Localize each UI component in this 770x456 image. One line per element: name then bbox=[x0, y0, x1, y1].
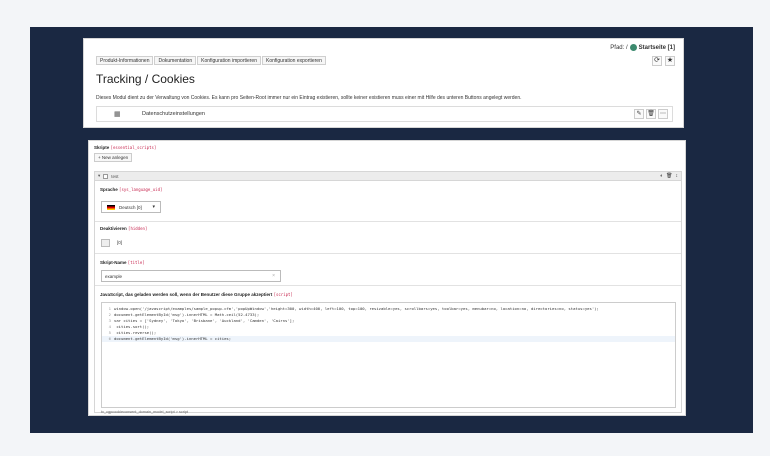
delete-icon[interactable]: 🗑 bbox=[646, 109, 656, 119]
deaktivieren-label: Deaktivieren [hidden] bbox=[100, 226, 148, 231]
skripte-label: Skripte bbox=[94, 145, 110, 150]
clear-icon[interactable]: × bbox=[272, 273, 275, 279]
breadcrumb: Pfad: / Startseite [1] bbox=[610, 44, 675, 51]
record-icon: ▦ bbox=[114, 111, 121, 118]
tab-dokumentation[interactable]: Dokumentation bbox=[154, 56, 197, 65]
section-javascript: JavaScript, das geladen werden soll, wen… bbox=[95, 286, 681, 414]
module-tabs: Produkt-Informationen Dokumentation Konf… bbox=[96, 56, 326, 65]
record-label[interactable]: Datenschutzeinstellungen bbox=[142, 111, 205, 117]
star-icon[interactable]: ★ bbox=[665, 56, 675, 66]
chevron-down-icon: ▾ bbox=[152, 204, 155, 210]
sprache-label: Sprache [sys_language_uid] bbox=[100, 187, 163, 192]
editor-footer: tx_cgpcookieconsent_domain_model_script … bbox=[101, 410, 189, 414]
module-description: Dieses Modul dient zu der Verwaltung von… bbox=[96, 95, 522, 101]
item-checkbox[interactable] bbox=[103, 173, 109, 179]
record-row[interactable]: ▦ Datenschutzeinstellungen ✎ 🗑 ⋯ bbox=[96, 106, 673, 122]
hidden-value: [0] bbox=[117, 240, 123, 245]
section-sprache: Sprache [sys_language_uid] Deutsch [0] ▾ bbox=[95, 182, 681, 222]
tab-produkt-informationen[interactable]: Produkt-Informationen bbox=[96, 56, 154, 65]
language-value: Deutsch [0] bbox=[119, 205, 142, 210]
skripte-field-name: [essential_scripts] bbox=[110, 145, 157, 150]
script-name-input[interactable]: example × bbox=[101, 270, 281, 282]
script-name-value: example bbox=[105, 274, 123, 279]
reload-icon[interactable]: ⟳ bbox=[652, 56, 662, 66]
page-background: Pfad: / Startseite [1] ⟳ ★ Produkt-Infor… bbox=[0, 0, 770, 456]
module-card: Pfad: / Startseite [1] ⟳ ★ Produkt-Infor… bbox=[83, 38, 684, 128]
language-select[interactable]: Deutsch [0] ▾ bbox=[101, 201, 161, 213]
tab-konfiguration-importieren[interactable]: Konfiguration importieren bbox=[197, 56, 261, 65]
skripte-heading: Skripte [essential_scripts] bbox=[94, 145, 156, 150]
visibility-icon[interactable]: ◐ bbox=[660, 173, 663, 179]
skriptname-label: Skript-Name [title] bbox=[100, 260, 145, 265]
new-button[interactable]: + New anlegen bbox=[94, 153, 133, 162]
script-editor-card: Skripte [essential_scripts] + New anlege… bbox=[88, 140, 686, 416]
drag-icon[interactable]: ↕ bbox=[676, 173, 679, 179]
collapse-icon[interactable]: ▾ bbox=[98, 173, 100, 179]
code-editor[interactable]: 1 window.open('/javascript/examples/sampl… bbox=[101, 302, 676, 408]
page-name[interactable]: Startseite [1] bbox=[639, 45, 675, 51]
section-deaktivieren: Deaktivieren [hidden] [0] bbox=[95, 222, 681, 254]
page-title: Tracking / Cookies bbox=[96, 72, 195, 86]
code-line-active: 6 document.getElementById('msg').innerHTM… bbox=[102, 336, 675, 342]
more-icon[interactable]: ⋯ bbox=[658, 109, 668, 119]
path-label: Pfad: / bbox=[610, 44, 628, 51]
globe-icon bbox=[629, 44, 637, 51]
edit-icon[interactable]: ✎ bbox=[634, 109, 644, 119]
section-skriptname: Skript-Name [title] example × bbox=[95, 254, 681, 286]
trash-icon[interactable]: 🗑 bbox=[666, 173, 672, 179]
script-item: ▾ test ◐ 🗑 ↕ Sprache [sys_language_uid] bbox=[94, 171, 682, 414]
tab-konfiguration-exportieren[interactable]: Konfiguration exportieren bbox=[262, 56, 326, 65]
item-label: test bbox=[111, 173, 119, 179]
flag-icon bbox=[107, 205, 115, 210]
javascript-label: JavaScript, das geladen werden soll, wen… bbox=[100, 292, 293, 297]
hidden-toggle[interactable] bbox=[101, 239, 110, 247]
item-header[interactable]: ▾ test ◐ 🗑 ↕ bbox=[95, 172, 681, 181]
